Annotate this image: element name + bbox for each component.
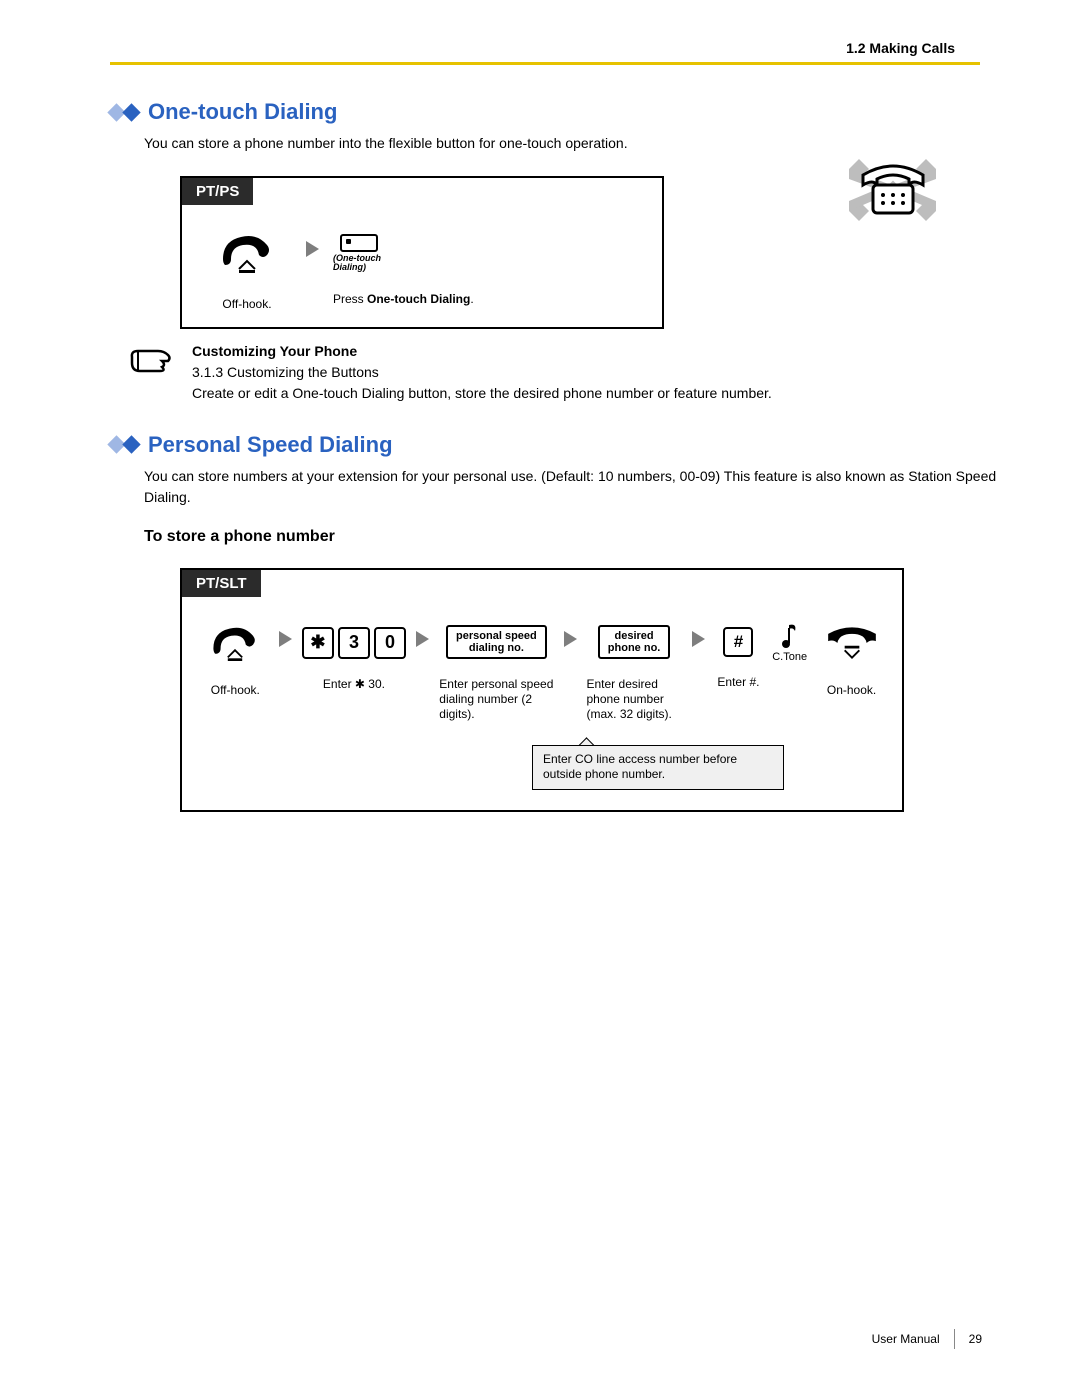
header-rule	[110, 62, 980, 65]
procedure-ptslt: PT/SLT Off-hook. ✱ 3	[180, 568, 904, 812]
diamond-bullet-icon	[110, 438, 138, 451]
arrow-icon	[564, 631, 577, 647]
offhook-icon	[208, 621, 262, 665]
heading-one-touch: One-touch Dialing	[110, 99, 1020, 125]
tab-ptslt: PT/SLT	[182, 570, 261, 597]
key-hash: #	[723, 627, 753, 657]
arrow-icon	[306, 241, 319, 257]
caption-offhook-2: Off-hook.	[211, 683, 260, 698]
note-line2: Create or edit a One-touch Dialing butto…	[192, 383, 772, 404]
caption-press-one-touch: Press One-touch Dialing.	[333, 292, 474, 308]
arrow-icon	[279, 631, 292, 647]
text-psd-intro: You can store numbers at your extension …	[144, 466, 1020, 508]
onhook-icon	[824, 621, 880, 665]
offhook-icon	[217, 229, 277, 277]
key-3: 3	[338, 627, 370, 659]
text-one-touch-intro: You can store a phone number into the fl…	[144, 133, 1020, 154]
caption-enter-desired: Enter desired phone number (max. 32 digi…	[587, 677, 682, 722]
procedure-ptps: PT/PS Off-hook. (One-touchDialing)	[180, 176, 664, 329]
footer: User Manual 29	[872, 1329, 982, 1349]
key-0: 0	[374, 627, 406, 659]
pointing-hand-icon	[128, 341, 172, 377]
diamond-bullet-icon	[110, 106, 138, 119]
caption-enter-star30: Enter ✱ 30.	[323, 677, 385, 692]
tab-ptps: PT/PS	[182, 178, 253, 205]
subheading-store: To store a phone number	[144, 528, 1020, 546]
caption-offhook-1: Off-hook.	[222, 297, 271, 313]
note-customizing: Customizing Your Phone 3.1.3 Customizing…	[128, 341, 1020, 404]
footer-manual: User Manual	[872, 1332, 940, 1346]
arrow-icon	[692, 631, 705, 647]
footer-page: 29	[969, 1332, 982, 1346]
caption-enter-hash: Enter #.	[717, 675, 759, 690]
note-line1: 3.1.3 Customizing the Buttons	[192, 362, 772, 383]
key-star: ✱	[302, 627, 334, 659]
note-title: Customizing Your Phone	[192, 341, 772, 362]
heading-psd: Personal Speed Dialing	[110, 432, 1020, 458]
arrow-icon	[416, 631, 429, 647]
callout-co-line: Enter CO line access number before outsi…	[532, 745, 784, 790]
field-desired-no: desiredphone no.	[598, 625, 671, 659]
caption-onhook: On-hook.	[827, 683, 876, 698]
one-touch-button-icon: (One-touchDialing)	[333, 234, 385, 273]
ctone-icon: C.Tone	[772, 621, 807, 663]
field-psd-no: personal speeddialing no.	[446, 625, 547, 659]
header-section-ref: 1.2 Making Calls	[110, 40, 955, 56]
phone-not-applicable-icon	[845, 155, 940, 228]
caption-enter-psd: Enter personal speed dialing number (2 d…	[439, 677, 553, 722]
